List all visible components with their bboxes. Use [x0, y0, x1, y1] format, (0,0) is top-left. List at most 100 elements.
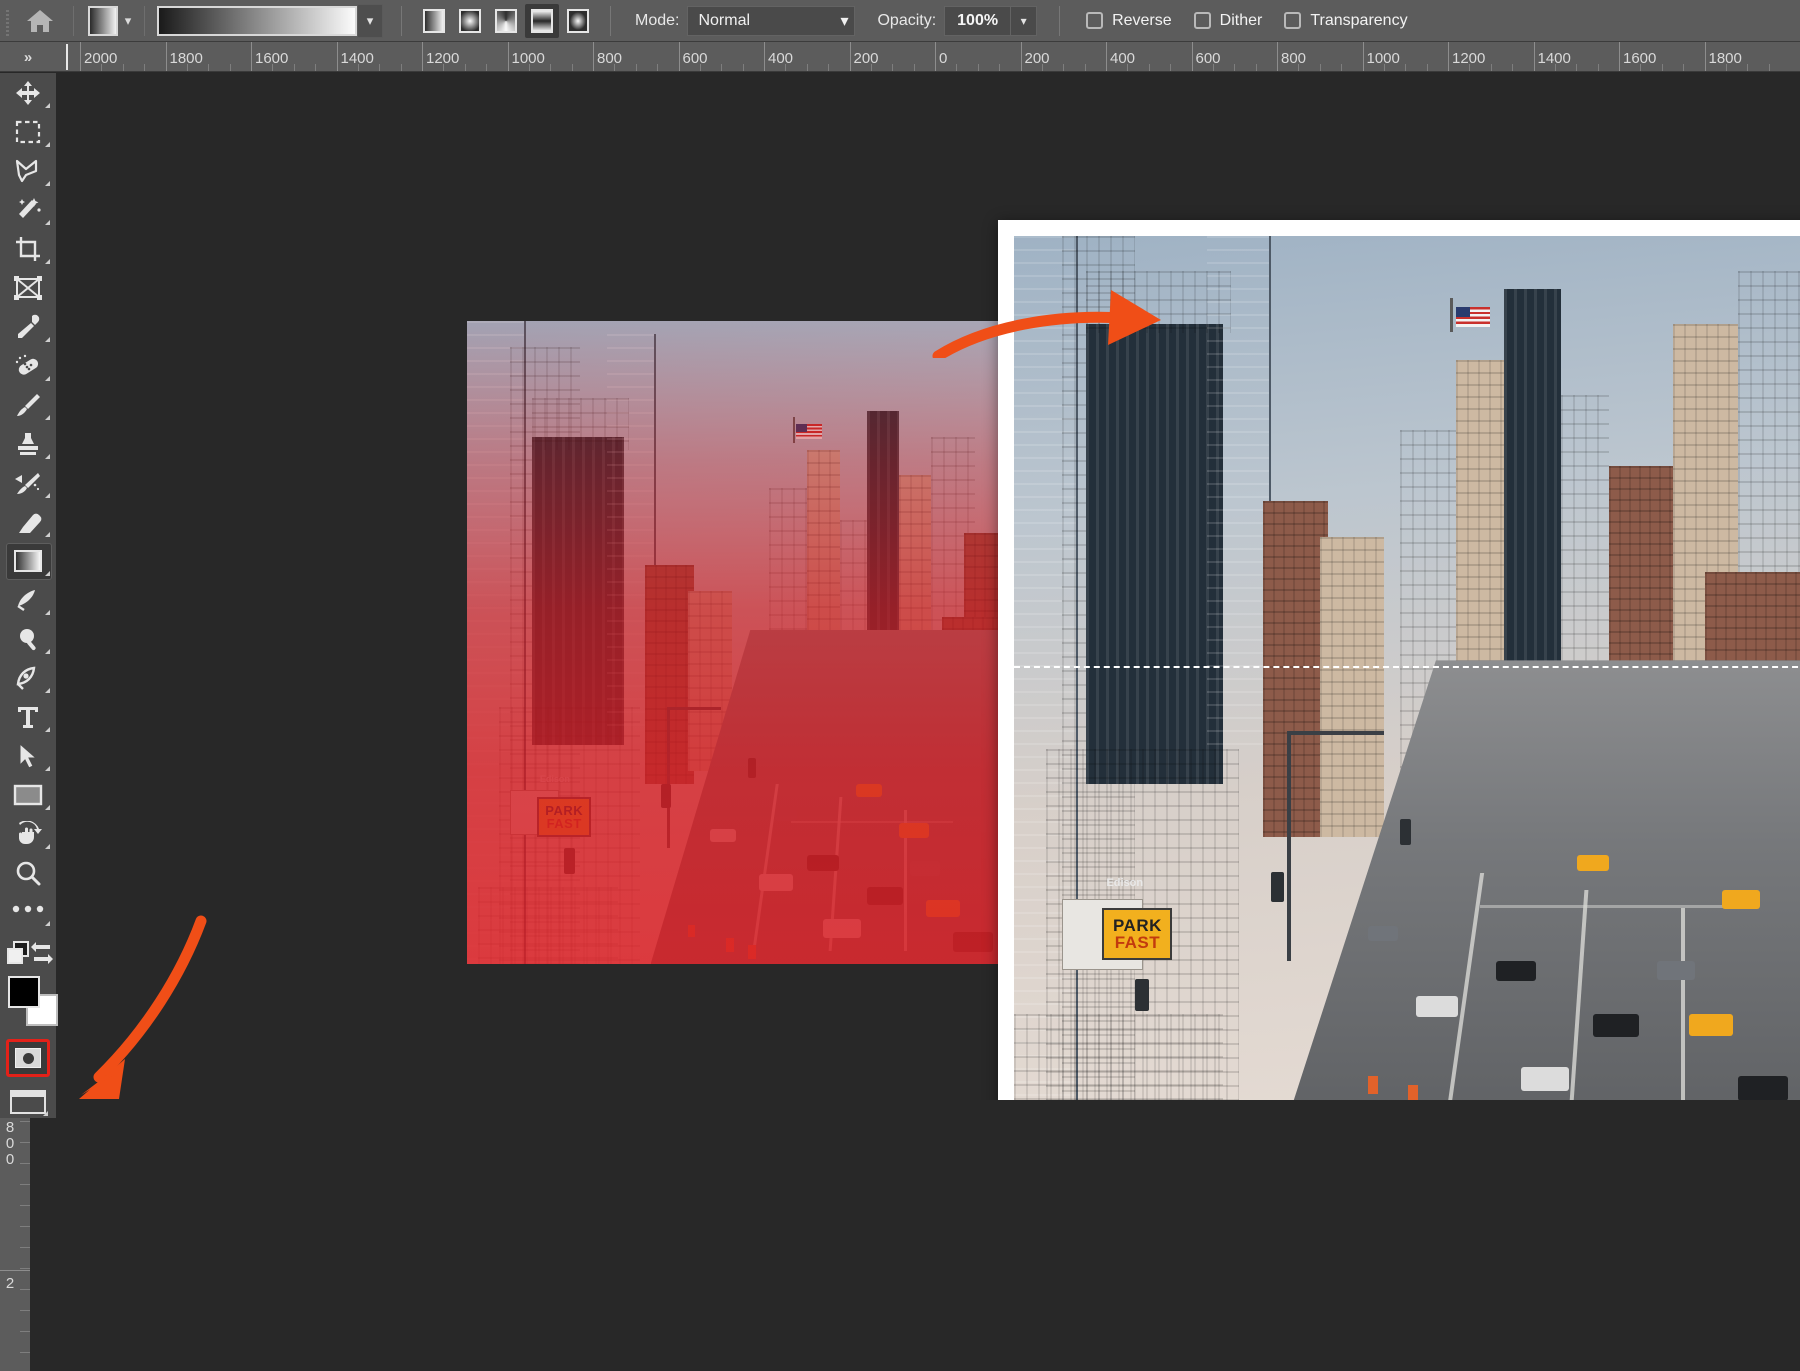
building-r-left-tower-2 [1206, 236, 1272, 749]
transparency-checkbox[interactable]: Transparency [1284, 11, 1408, 30]
home-button[interactable] [13, 7, 67, 35]
gradient-linear-icon [423, 8, 445, 33]
horizontal-ruler[interactable]: » 2000 1800 1600 1400 1200 1000 800 600 400 200 0 2… [0, 42, 1800, 72]
ruler-tick-label: 800 [1281, 50, 1307, 67]
chevron-down-icon-opacity[interactable]: ▾ [1010, 6, 1036, 35]
foreground-color-swatch[interactable] [8, 976, 40, 1008]
gradient-preset-dropdown[interactable]: ▾ [357, 3, 383, 38]
chevron-down-icon-swatch[interactable]: ▾ [118, 8, 138, 34]
zoom-tool[interactable] [0, 853, 56, 892]
tool-options-triangle [45, 727, 50, 732]
text-tool[interactable] [0, 697, 56, 736]
taxi-r2 [1721, 890, 1760, 910]
tool-options-triangle [45, 376, 50, 381]
heal-tool[interactable] [0, 346, 56, 385]
ruler-minor-tick [1084, 64, 1086, 71]
mode-value: Normal [698, 11, 751, 29]
car-black-r3 [1737, 1075, 1788, 1101]
layers-icon[interactable] [6, 941, 30, 965]
paintbrush-tool[interactable] [0, 385, 56, 424]
ruler-tick-label: 600 [682, 50, 708, 67]
ruler-minor-tick [1469, 64, 1471, 71]
reverse-label: Reverse [1112, 11, 1172, 29]
ruler-minor-tick [20, 1247, 30, 1248]
crop-tool[interactable] [0, 229, 56, 268]
smudge-tool[interactable] [0, 463, 56, 502]
ruler-minor-tick [144, 64, 146, 71]
dither-checkbox[interactable]: Dither [1193, 12, 1262, 30]
traffic-light-r3 [1399, 819, 1411, 846]
pointer-tool[interactable] [0, 736, 56, 775]
toolbar-drag-handle[interactable] [3, 5, 13, 36]
paintbrush-icon [17, 393, 40, 416]
gradient-shape-radial-button[interactable] [453, 4, 487, 38]
shape-tool[interactable] [0, 775, 56, 814]
ruler-tick-label: 400 [768, 50, 794, 67]
opacity-stepper[interactable]: 100% ▾ [944, 5, 1038, 36]
quick-mask-toggle[interactable] [0, 1036, 56, 1080]
foreground-background-colors[interactable] [0, 970, 58, 1036]
gradient-color-swatch[interactable] [88, 5, 118, 36]
vertical-ruler-digit: 0 [5, 1135, 15, 1152]
transparency-label: Transparency [1310, 11, 1408, 29]
ruler-tick-label: 1400 [340, 50, 374, 67]
gradient-shape-linear-button[interactable] [417, 4, 451, 38]
tool-options-triangle [45, 103, 50, 108]
vertical-ruler[interactable]: 2 1800 [0, 1100, 30, 1371]
untinted-city-photo-panel[interactable]: Edison PARK FAST [998, 220, 1800, 1120]
clone-tool[interactable] [0, 424, 56, 463]
dodge-burn-tool[interactable] [0, 619, 56, 658]
ink-tool[interactable] [0, 580, 56, 619]
light-arm-r1 [1287, 731, 1384, 736]
ruler-minor-tick [122, 64, 124, 71]
more-tools[interactable] [0, 892, 56, 926]
ruler-minor-tick [1725, 64, 1727, 71]
lasso-icon [15, 159, 38, 182]
ruler-minor-tick [1170, 64, 1172, 71]
crop-icon [16, 236, 40, 261]
transform-icon [14, 275, 42, 300]
ruler-minor-tick [464, 64, 466, 71]
free-select-tool[interactable] [0, 151, 56, 190]
rectangle-select-tool[interactable] [0, 112, 56, 151]
eraser-tool[interactable] [0, 502, 56, 541]
rotate-tool[interactable] [0, 814, 56, 853]
cursor-arrow-icon [19, 742, 38, 769]
toolbar-separator-5 [1059, 5, 1061, 36]
ruler-minor-tick [186, 64, 188, 71]
ruler-minor-tick [1768, 64, 1770, 71]
toolbar-separator-4 [610, 5, 611, 36]
move-tool[interactable] [0, 73, 56, 112]
car-gray-r2 [1367, 925, 1398, 941]
american-flag-right [1456, 306, 1491, 327]
red-tinted-city-photo[interactable]: Edison PARK FAST [467, 321, 1007, 964]
gradient-shape-reflected-button[interactable] [525, 3, 559, 38]
ruler-tick-label: 1800 [169, 50, 203, 67]
ruler-minor-tick [1640, 64, 1642, 71]
gradient-tool[interactable] [0, 541, 56, 580]
ruler-minor-tick [20, 1205, 30, 1206]
tool-options-triangle [45, 688, 50, 693]
traffic-cone-r1 [1367, 1075, 1378, 1094]
ruler-minor-tick [20, 1226, 30, 1227]
reverse-checkbox[interactable]: Reverse [1086, 12, 1172, 30]
gradient-preset-preview[interactable] [157, 5, 357, 36]
ruler-minor-tick [1319, 64, 1321, 71]
gradient-shape-angle-button[interactable] [489, 4, 523, 38]
ruler-minor-tick [635, 64, 637, 71]
color-picker-tool[interactable] [0, 307, 56, 346]
mode-select[interactable]: Normal ▾ [687, 5, 856, 36]
ruler-corner-button[interactable]: » [0, 42, 56, 71]
transform-tool[interactable] [0, 268, 56, 307]
toolbar-separator-1 [73, 5, 74, 36]
fuzzy-select-tool[interactable] [0, 190, 56, 229]
paths-tool[interactable] [0, 658, 56, 697]
window-mode-toggle[interactable] [0, 1080, 56, 1124]
gradient-shape-diamond-button[interactable] [561, 4, 595, 38]
taxi-r1 [1576, 854, 1609, 871]
tool-options-triangle [45, 259, 50, 264]
checkbox-box-dither [1193, 12, 1211, 29]
ruler-minor-tick [1747, 64, 1749, 71]
chevron-down-icon-mode: ▾ [840, 12, 849, 30]
swap-arrows-icon[interactable] [30, 941, 54, 965]
